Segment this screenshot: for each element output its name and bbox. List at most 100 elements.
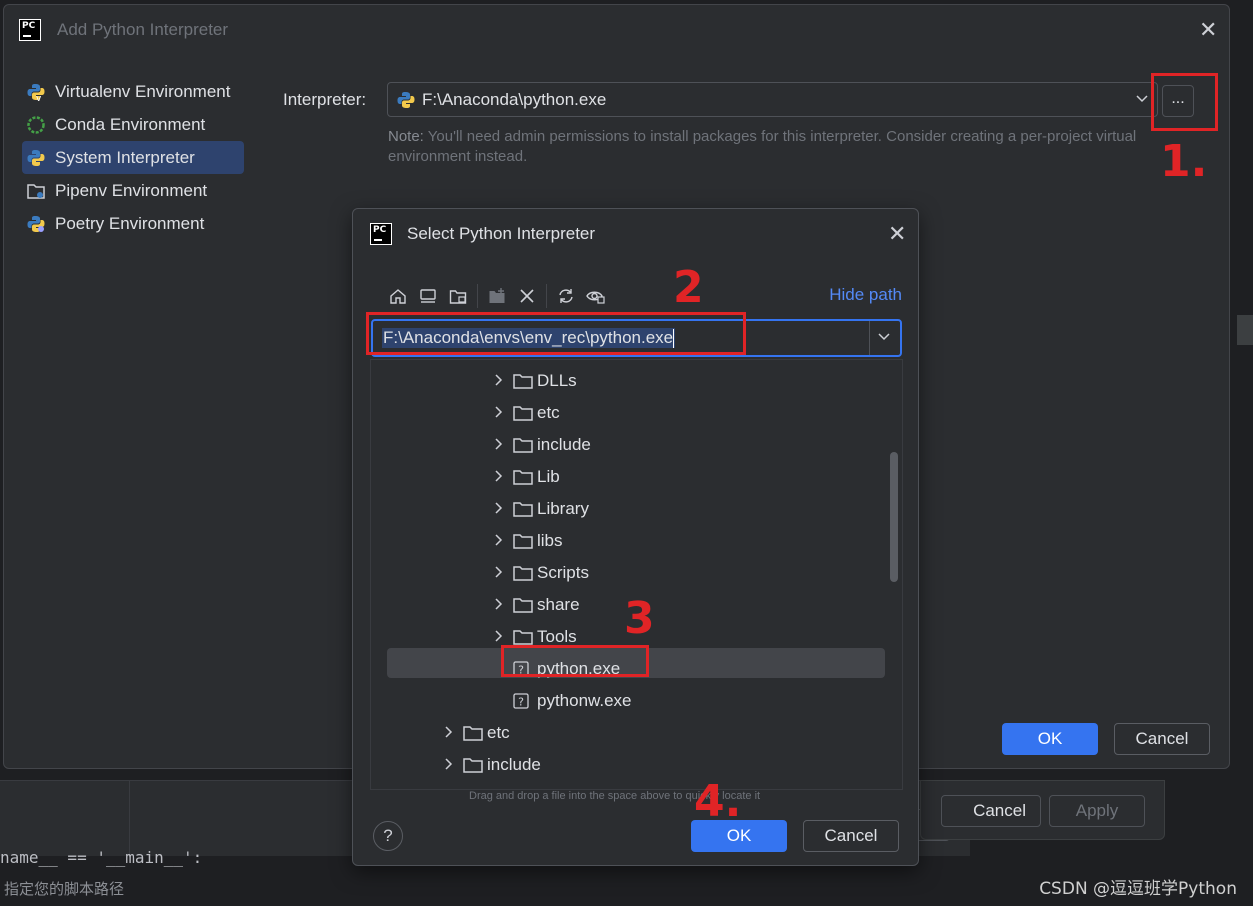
tree-folder-row[interactable]: etc	[441, 718, 510, 748]
toolbar-separator	[546, 284, 547, 308]
note-prefix: Note:	[388, 128, 424, 145]
background-toolbar	[0, 781, 130, 857]
tree-folder-row[interactable]: Library	[491, 494, 589, 524]
env-item-conda[interactable]: Conda Environment	[22, 108, 244, 141]
chevron-right-icon[interactable]	[491, 501, 505, 517]
chevron-right-icon[interactable]	[491, 565, 505, 581]
delete-icon[interactable]	[512, 282, 542, 310]
chevron-down-icon[interactable]	[1135, 91, 1149, 108]
annotation-number-2: 2	[673, 262, 704, 313]
file-tree[interactable]: DLLs etc include Lib Library libs Scripts share…	[370, 359, 903, 790]
poetry-icon	[26, 214, 46, 234]
tree-item-label: Library	[537, 499, 589, 518]
folder-icon	[513, 501, 533, 517]
tree-folder-row[interactable]: libs	[491, 526, 563, 556]
chevron-right-icon[interactable]	[491, 597, 505, 613]
desktop-icon[interactable]	[413, 282, 443, 310]
main-ok-button[interactable]: OK	[1002, 723, 1098, 755]
chevron-right-icon[interactable]	[491, 533, 505, 549]
refresh-icon[interactable]	[551, 282, 581, 310]
tree-item-label: Lib	[537, 467, 560, 486]
tree-item-label: share	[537, 595, 580, 614]
tree-item-label: libs	[537, 531, 563, 550]
background-settings-dialog: Cancel Apply	[920, 780, 1165, 840]
pipenv-icon	[26, 181, 46, 201]
chevron-right-icon[interactable]	[441, 790, 455, 791]
tree-folder-row[interactable]: Scripts	[491, 558, 589, 588]
tree-folder-row[interactable]: etc	[491, 398, 560, 428]
background-comment-line: 指定您的脚本路径	[4, 880, 125, 898]
show-hidden-icon[interactable]	[581, 282, 611, 310]
folder-icon	[513, 373, 533, 389]
folder-icon	[513, 437, 533, 453]
background-cancel-button: Cancel	[941, 795, 1041, 827]
tree-folder-row[interactable]: DLLs	[491, 366, 577, 396]
chevron-right-icon[interactable]	[491, 469, 505, 485]
interpreter-label: Interpreter:	[283, 90, 367, 109]
virtualenv-icon: v	[26, 82, 46, 102]
tree-file-row[interactable]: ? pythonw.exe	[491, 686, 632, 716]
interpreter-combobox[interactable]: F:\Anaconda\python.exe	[387, 82, 1158, 117]
background-scroll-strip	[1237, 315, 1253, 345]
tree-folder-row[interactable]: Lib	[491, 462, 560, 492]
hide-path-link[interactable]: Hide path	[829, 285, 902, 305]
toolbar-separator	[477, 284, 478, 308]
annotation-box-1	[1151, 73, 1218, 131]
background-apply-button: Apply	[1049, 795, 1145, 827]
env-label: Pipenv Environment	[55, 180, 208, 200]
chevron-right-icon[interactable]	[491, 405, 505, 421]
env-item-virtualenv[interactable]: v Virtualenv Environment	[22, 75, 244, 108]
main-dialog-title: Add Python Interpreter	[57, 20, 229, 39]
annotation-number-4: 4.	[694, 776, 742, 827]
env-label: Virtualenv Environment	[55, 81, 231, 101]
help-button[interactable]: ?	[373, 821, 403, 851]
tree-folder-row[interactable]: share	[491, 590, 580, 620]
tree-item-label: etc	[487, 723, 510, 742]
chevron-right-icon[interactable]	[491, 373, 505, 389]
annotation-number-1: 1.	[1160, 136, 1208, 187]
env-label: Poetry Environment	[55, 213, 205, 233]
folder-icon	[513, 533, 533, 549]
tree-item-label: DLLs	[537, 371, 577, 390]
file-chooser-toolbar	[383, 281, 611, 311]
admin-note: Note: You'll need admin permissions to i…	[388, 127, 1178, 167]
select-close-icon[interactable]: ✕	[888, 224, 906, 246]
tree-folder-row[interactable]: include	[441, 750, 541, 780]
chevron-down-icon[interactable]	[877, 329, 891, 346]
chevron-right-icon[interactable]	[491, 629, 505, 645]
folder-icon	[463, 757, 483, 773]
pycharm-logo-icon: PC	[19, 19, 41, 41]
tree-item-label: include	[537, 435, 591, 454]
tree-scrollbar[interactable]	[890, 452, 898, 582]
tree-item-label: include	[487, 755, 541, 774]
folder-icon	[513, 405, 533, 421]
env-label: Conda Environment	[55, 114, 206, 134]
note-text: You'll need admin permissions to install…	[388, 128, 1137, 165]
env-item-system[interactable]: System Interpreter	[22, 141, 244, 174]
chevron-right-icon[interactable]	[441, 757, 455, 773]
folder-icon	[513, 565, 533, 581]
env-item-pipenv[interactable]: Pipenv Environment	[22, 174, 244, 207]
home-icon[interactable]	[383, 282, 413, 310]
chevron-right-icon[interactable]	[491, 437, 505, 453]
watermark: CSDN @逗逗班学Python	[1039, 879, 1237, 899]
project-folder-icon[interactable]	[443, 282, 473, 310]
tree-folder-row[interactable]: include	[491, 430, 591, 460]
tree-item-label: Tools	[537, 627, 577, 646]
main-close-icon[interactable]: ✕	[1199, 20, 1217, 42]
folder-icon	[513, 469, 533, 485]
main-cancel-button[interactable]: Cancel	[1114, 723, 1210, 755]
select-cancel-button[interactable]: Cancel	[803, 820, 899, 852]
folder-icon	[513, 629, 533, 645]
path-combo-separator	[869, 321, 870, 355]
env-item-poetry[interactable]: Poetry Environment	[22, 207, 244, 240]
pycharm-logo-icon: PC	[370, 223, 392, 245]
unknown-file-icon: ?	[513, 693, 531, 709]
env-label: System Interpreter	[55, 147, 195, 167]
background-code-line: name__ == '__main__':	[0, 848, 203, 867]
new-folder-icon[interactable]	[482, 282, 512, 310]
background-apply-label: Apply	[1075, 801, 1119, 820]
tree-item-label: etc	[537, 403, 560, 422]
chevron-right-icon[interactable]	[441, 725, 455, 741]
tree-folder-row[interactable]: Lib	[441, 782, 510, 791]
